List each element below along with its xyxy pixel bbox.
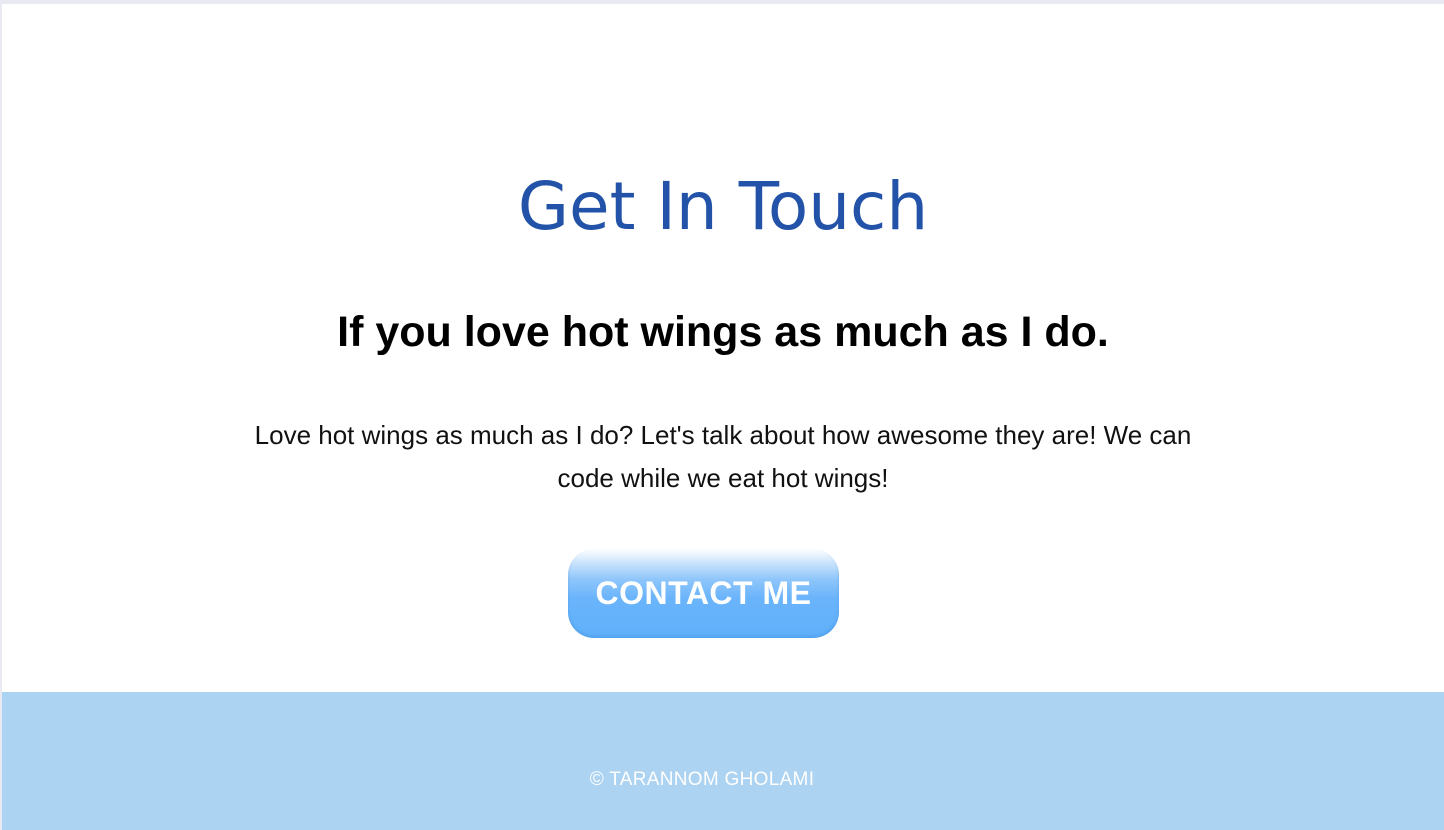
contact-subheading: If you love hot wings as much as I do. xyxy=(337,308,1109,356)
page: Get In Touch If you love hot wings as mu… xyxy=(2,4,1444,830)
contact-me-button[interactable]: CONTACT ME xyxy=(568,549,839,638)
contact-description: Love hot wings as much as I do? Let's ta… xyxy=(254,420,1192,493)
footer xyxy=(2,692,1444,830)
page-title: Get In Touch xyxy=(517,168,929,245)
contact-section: Get In Touch If you love hot wings as mu… xyxy=(2,4,1444,692)
footer-copyright: © TARANNOM GHOLAMI xyxy=(589,769,815,790)
